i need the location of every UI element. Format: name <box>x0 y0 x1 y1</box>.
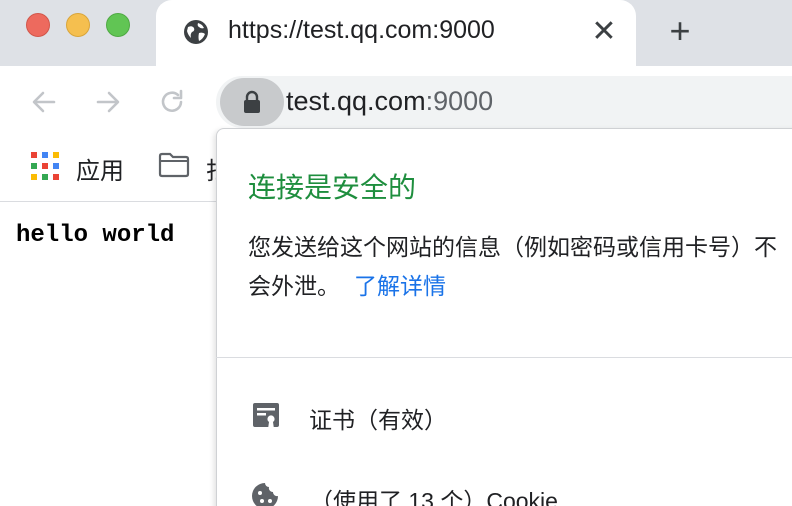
apps-bookmark-label[interactable]: 应用 <box>76 151 124 186</box>
cookies-item[interactable]: （使用了 13 个）Cookie <box>310 482 558 506</box>
window-maximize-button[interactable] <box>106 13 130 37</box>
security-description-line2: 会外泄。 了解详情 <box>248 267 446 301</box>
cookie-icon <box>252 483 278 506</box>
certificate-icon <box>253 403 279 429</box>
apps-grid-icon[interactable] <box>31 152 59 180</box>
forward-arrow-icon[interactable] <box>92 86 124 118</box>
reload-icon[interactable] <box>156 86 188 118</box>
window-close-button[interactable] <box>26 13 50 37</box>
tab-close-button[interactable]: ✕ <box>590 16 618 48</box>
back-arrow-icon[interactable] <box>28 86 60 118</box>
security-description-line1: 您发送给这个网站的信息（例如密码或信用卡号）不 <box>248 234 777 260</box>
folder-icon[interactable] <box>158 152 190 178</box>
tab-title: https://test.qq.com:9000 <box>228 16 495 44</box>
url-host: test.qq.com <box>286 86 426 116</box>
page-text: hello world <box>16 222 175 249</box>
security-description-text: 会外泄。 <box>248 273 340 299</box>
url-text[interactable]: test.qq.com:9000 <box>286 86 493 117</box>
globe-icon <box>184 20 208 44</box>
lock-icon <box>244 90 260 113</box>
new-tab-button[interactable]: + <box>664 13 696 50</box>
popup-divider <box>216 357 792 358</box>
connection-secure-title: 连接是安全的 <box>248 172 417 203</box>
window-minimize-button[interactable] <box>66 13 90 37</box>
certificate-item[interactable]: 证书（有效） <box>309 401 447 435</box>
learn-more-link[interactable]: 了解详情 <box>354 273 446 299</box>
url-port: :9000 <box>425 86 494 116</box>
